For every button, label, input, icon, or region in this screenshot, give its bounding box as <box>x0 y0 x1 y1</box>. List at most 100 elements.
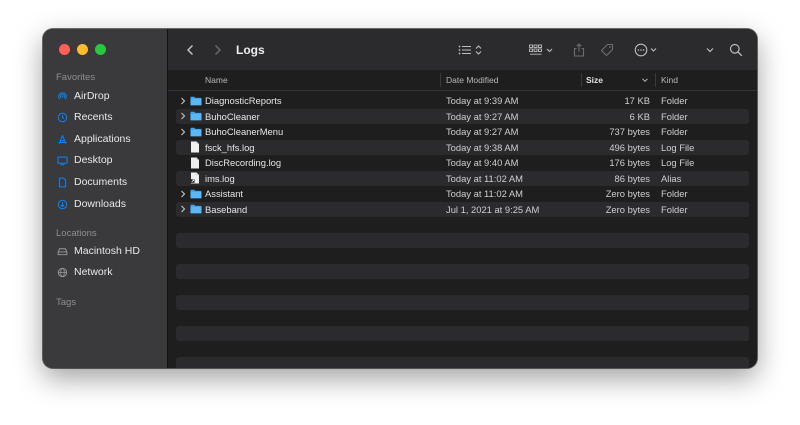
sort-chevron-down-icon[interactable] <box>641 70 649 90</box>
column-header-name[interactable]: Name <box>205 70 228 90</box>
disclosure-chevron-right-icon[interactable] <box>180 109 188 125</box>
sidebar-item-macintosh-hd[interactable]: Macintosh HD <box>57 242 140 260</box>
empty-row <box>176 248 749 264</box>
sidebar-item-downloads[interactable]: Downloads <box>57 195 126 213</box>
sidebar-section-favorites: Favorites <box>56 72 96 83</box>
sidebar-item-label: AirDrop <box>74 90 110 102</box>
folder-icon <box>190 124 202 140</box>
zoom-window-button[interactable] <box>95 44 106 55</box>
file-name: BuhoCleanerMenu <box>205 126 284 138</box>
airdrop-icon <box>57 91 68 102</box>
file-date-modified: Today at 9:27 AM <box>446 110 519 122</box>
tag-button[interactable] <box>600 29 614 70</box>
expand-path-button[interactable] <box>705 29 715 70</box>
file-size: 86 bytes <box>614 172 650 184</box>
globe-icon <box>57 267 68 278</box>
disclosure-spacer <box>180 155 188 171</box>
alias-file-icon <box>190 171 202 187</box>
chevron-right-icon <box>215 44 221 55</box>
file-date-modified: Today at 9:40 AM <box>446 157 519 169</box>
file-name: DiscRecording.log <box>205 157 282 169</box>
more-actions-button[interactable] <box>634 29 660 70</box>
file-row[interactable]: ims.log Today at 11:02 AM 86 bytes Alias <box>176 170 749 187</box>
file-size: 176 bytes <box>609 157 650 169</box>
file-kind: Folder <box>661 203 688 215</box>
file-row[interactable]: DiagnosticReports Today at 9:39 AM 17 KB Fo… <box>176 93 749 109</box>
sidebar-item-label: Recents <box>74 111 113 123</box>
folder-icon <box>190 93 202 109</box>
file-row[interactable]: DiscRecording.log Today at 9:40 AM 176 byt… <box>176 155 749 171</box>
file-row[interactable]: fsck_hfs.log Today at 9:38 AM 496 bytes Log… <box>176 139 749 155</box>
disclosure-chevron-right-icon[interactable] <box>180 93 188 109</box>
sidebar-item-applications[interactable]: Applications <box>57 130 131 148</box>
file-list: DiagnosticReports Today at 9:39 AM 17 KB Fo… <box>176 93 749 368</box>
sidebar-item-airdrop[interactable]: AirDrop <box>57 87 110 105</box>
empty-row <box>176 217 749 233</box>
sidebar-item-network[interactable]: Network <box>57 263 113 281</box>
forward-button[interactable] <box>213 29 222 70</box>
sidebar-item-label: Applications <box>74 133 131 145</box>
file-size: 17 KB <box>624 95 650 107</box>
sidebar-item-label: Downloads <box>74 198 126 210</box>
file-date-modified: Today at 9:38 AM <box>446 141 519 153</box>
file-row[interactable]: Assistant Today at 11:02 AM Zero bytes Fold… <box>176 186 749 202</box>
file-kind: Log File <box>661 157 695 169</box>
empty-row <box>176 356 749 368</box>
disclosure-chevron-right-icon[interactable] <box>180 124 188 140</box>
tag-icon <box>600 43 614 56</box>
sidebar-item-label: Desktop <box>74 154 113 166</box>
file-name: fsck_hfs.log <box>205 141 255 153</box>
file-date-modified: Today at 11:02 AM <box>446 172 523 184</box>
finder-window: Favorites AirDrop Recents Applications D… <box>43 29 757 368</box>
close-window-button[interactable] <box>59 44 70 55</box>
column-header-size[interactable]: Size <box>586 70 603 90</box>
file-name: Assistant <box>205 188 244 200</box>
drive-icon <box>57 246 68 257</box>
column-divider[interactable] <box>655 73 656 87</box>
sidebar: Favorites AirDrop Recents Applications D… <box>43 29 168 368</box>
folder-icon <box>190 109 202 125</box>
column-divider[interactable] <box>581 73 582 87</box>
file-name: BuhoCleaner <box>205 110 260 122</box>
chevron-down-icon <box>706 47 714 52</box>
file-date-modified: Today at 9:39 AM <box>446 95 519 107</box>
file-row[interactable]: BuhoCleanerMenu Today at 9:27 AM 737 bytes… <box>176 124 749 140</box>
sidebar-section-tags: Tags <box>56 297 77 308</box>
file-kind: Folder <box>661 110 688 122</box>
share-button[interactable] <box>573 29 585 70</box>
column-divider[interactable] <box>440 73 441 87</box>
file-size: 496 bytes <box>609 141 650 153</box>
file-name: ims.log <box>205 172 235 184</box>
search-button[interactable] <box>729 29 743 70</box>
file-kind: Folder <box>661 126 688 138</box>
minimize-window-button[interactable] <box>77 44 88 55</box>
file-row[interactable]: Baseband Jul 1, 2021 at 9:25 AM Zero bytes… <box>176 201 749 218</box>
sidebar-item-label: Documents <box>74 176 128 188</box>
log-file-icon <box>190 155 202 171</box>
file-row[interactable]: BuhoCleaner Today at 9:27 AM 6 KB Folder <box>176 108 749 125</box>
file-size: 6 KB <box>629 110 650 122</box>
empty-row <box>176 263 749 279</box>
file-kind: Alias <box>661 172 682 184</box>
file-kind: Folder <box>661 95 688 107</box>
toolbar: Logs <box>168 29 757 71</box>
main-pane: Logs Name Date Modified Size Kind Diagno… <box>168 29 757 368</box>
view-options-button[interactable] <box>458 29 486 70</box>
clock-icon <box>57 112 68 123</box>
sidebar-item-recents[interactable]: Recents <box>57 108 113 126</box>
empty-row <box>176 310 749 326</box>
sidebar-item-documents[interactable]: Documents <box>57 173 127 191</box>
group-button[interactable] <box>529 29 555 70</box>
disclosure-chevron-right-icon[interactable] <box>180 186 188 202</box>
file-kind: Folder <box>661 188 688 200</box>
disclosure-chevron-right-icon[interactable] <box>180 202 188 218</box>
applications-icon <box>57 134 68 145</box>
column-header-kind[interactable]: Kind <box>661 70 678 90</box>
column-header: Name Date Modified Size Kind <box>168 70 757 91</box>
file-date-modified: Today at 11:02 AM <box>446 188 523 200</box>
empty-row <box>176 341 749 357</box>
sidebar-item-desktop[interactable]: Desktop <box>57 151 113 169</box>
back-button[interactable] <box>186 29 195 70</box>
file-kind: Log File <box>661 141 695 153</box>
column-header-date[interactable]: Date Modified <box>446 70 498 90</box>
